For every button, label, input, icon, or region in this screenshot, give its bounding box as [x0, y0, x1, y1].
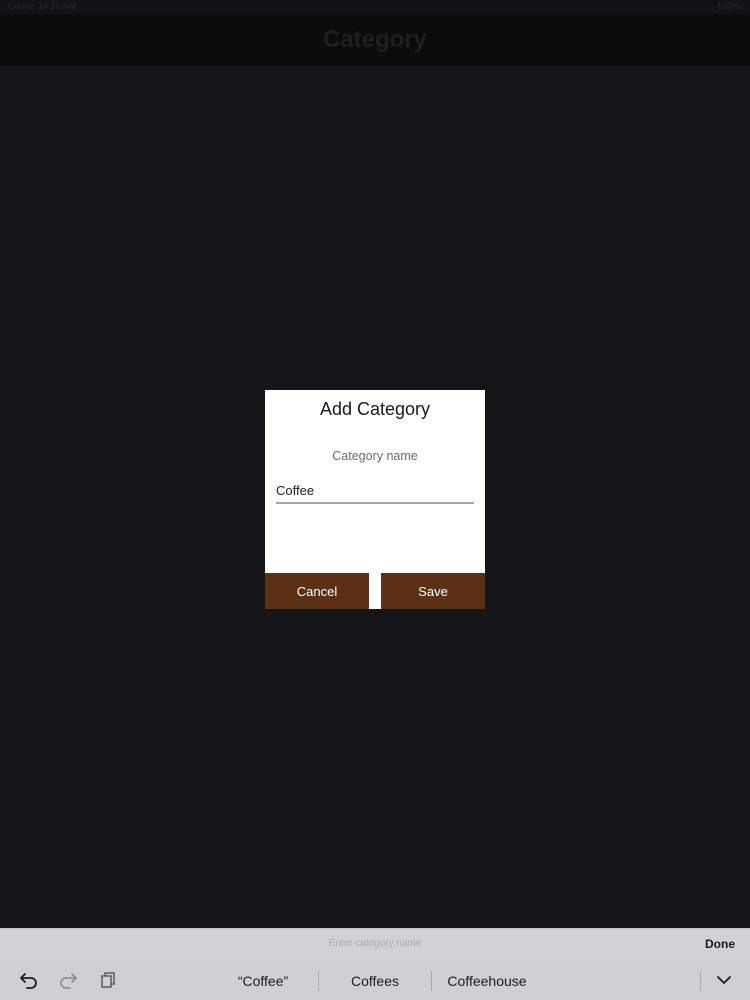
- suggestion-quoted[interactable]: “Coffee”: [208, 960, 318, 1000]
- category-name-input[interactable]: [276, 478, 474, 504]
- dialog-title: Add Category: [319, 399, 431, 419]
- suggestion-item[interactable]: Coffees: [319, 960, 431, 1000]
- save-button[interactable]: Save: [381, 573, 485, 609]
- undo-icon[interactable]: [18, 969, 40, 991]
- status-bar: Carrier 10:30 AM 100%: [0, 0, 750, 14]
- category-name-label: Category name: [332, 449, 418, 463]
- navigation-bar: Category: [0, 14, 750, 66]
- status-battery: 100%: [716, 1, 740, 11]
- suggestion-item[interactable]: Coffeehouse: [432, 960, 542, 1000]
- redo-icon[interactable]: [57, 969, 79, 991]
- page-title: Category: [322, 26, 428, 53]
- paste-icon[interactable]: [97, 969, 119, 991]
- accessory-placeholder: Enter category name: [328, 938, 422, 949]
- keyboard-accessory-bar: Enter category name Done: [0, 928, 750, 960]
- cancel-button[interactable]: Cancel: [265, 573, 369, 609]
- chevron-down-icon[interactable]: [713, 969, 735, 991]
- toolbar-divider: [700, 971, 701, 991]
- add-category-dialog: Add Category Category name Cancel Save: [265, 390, 485, 609]
- status-carrier-time: Carrier 10:30 AM: [8, 1, 77, 11]
- done-button[interactable]: Done: [705, 937, 735, 951]
- keyboard-shortcuts-bar: “Coffee” Coffees Coffeehouse: [0, 960, 750, 1000]
